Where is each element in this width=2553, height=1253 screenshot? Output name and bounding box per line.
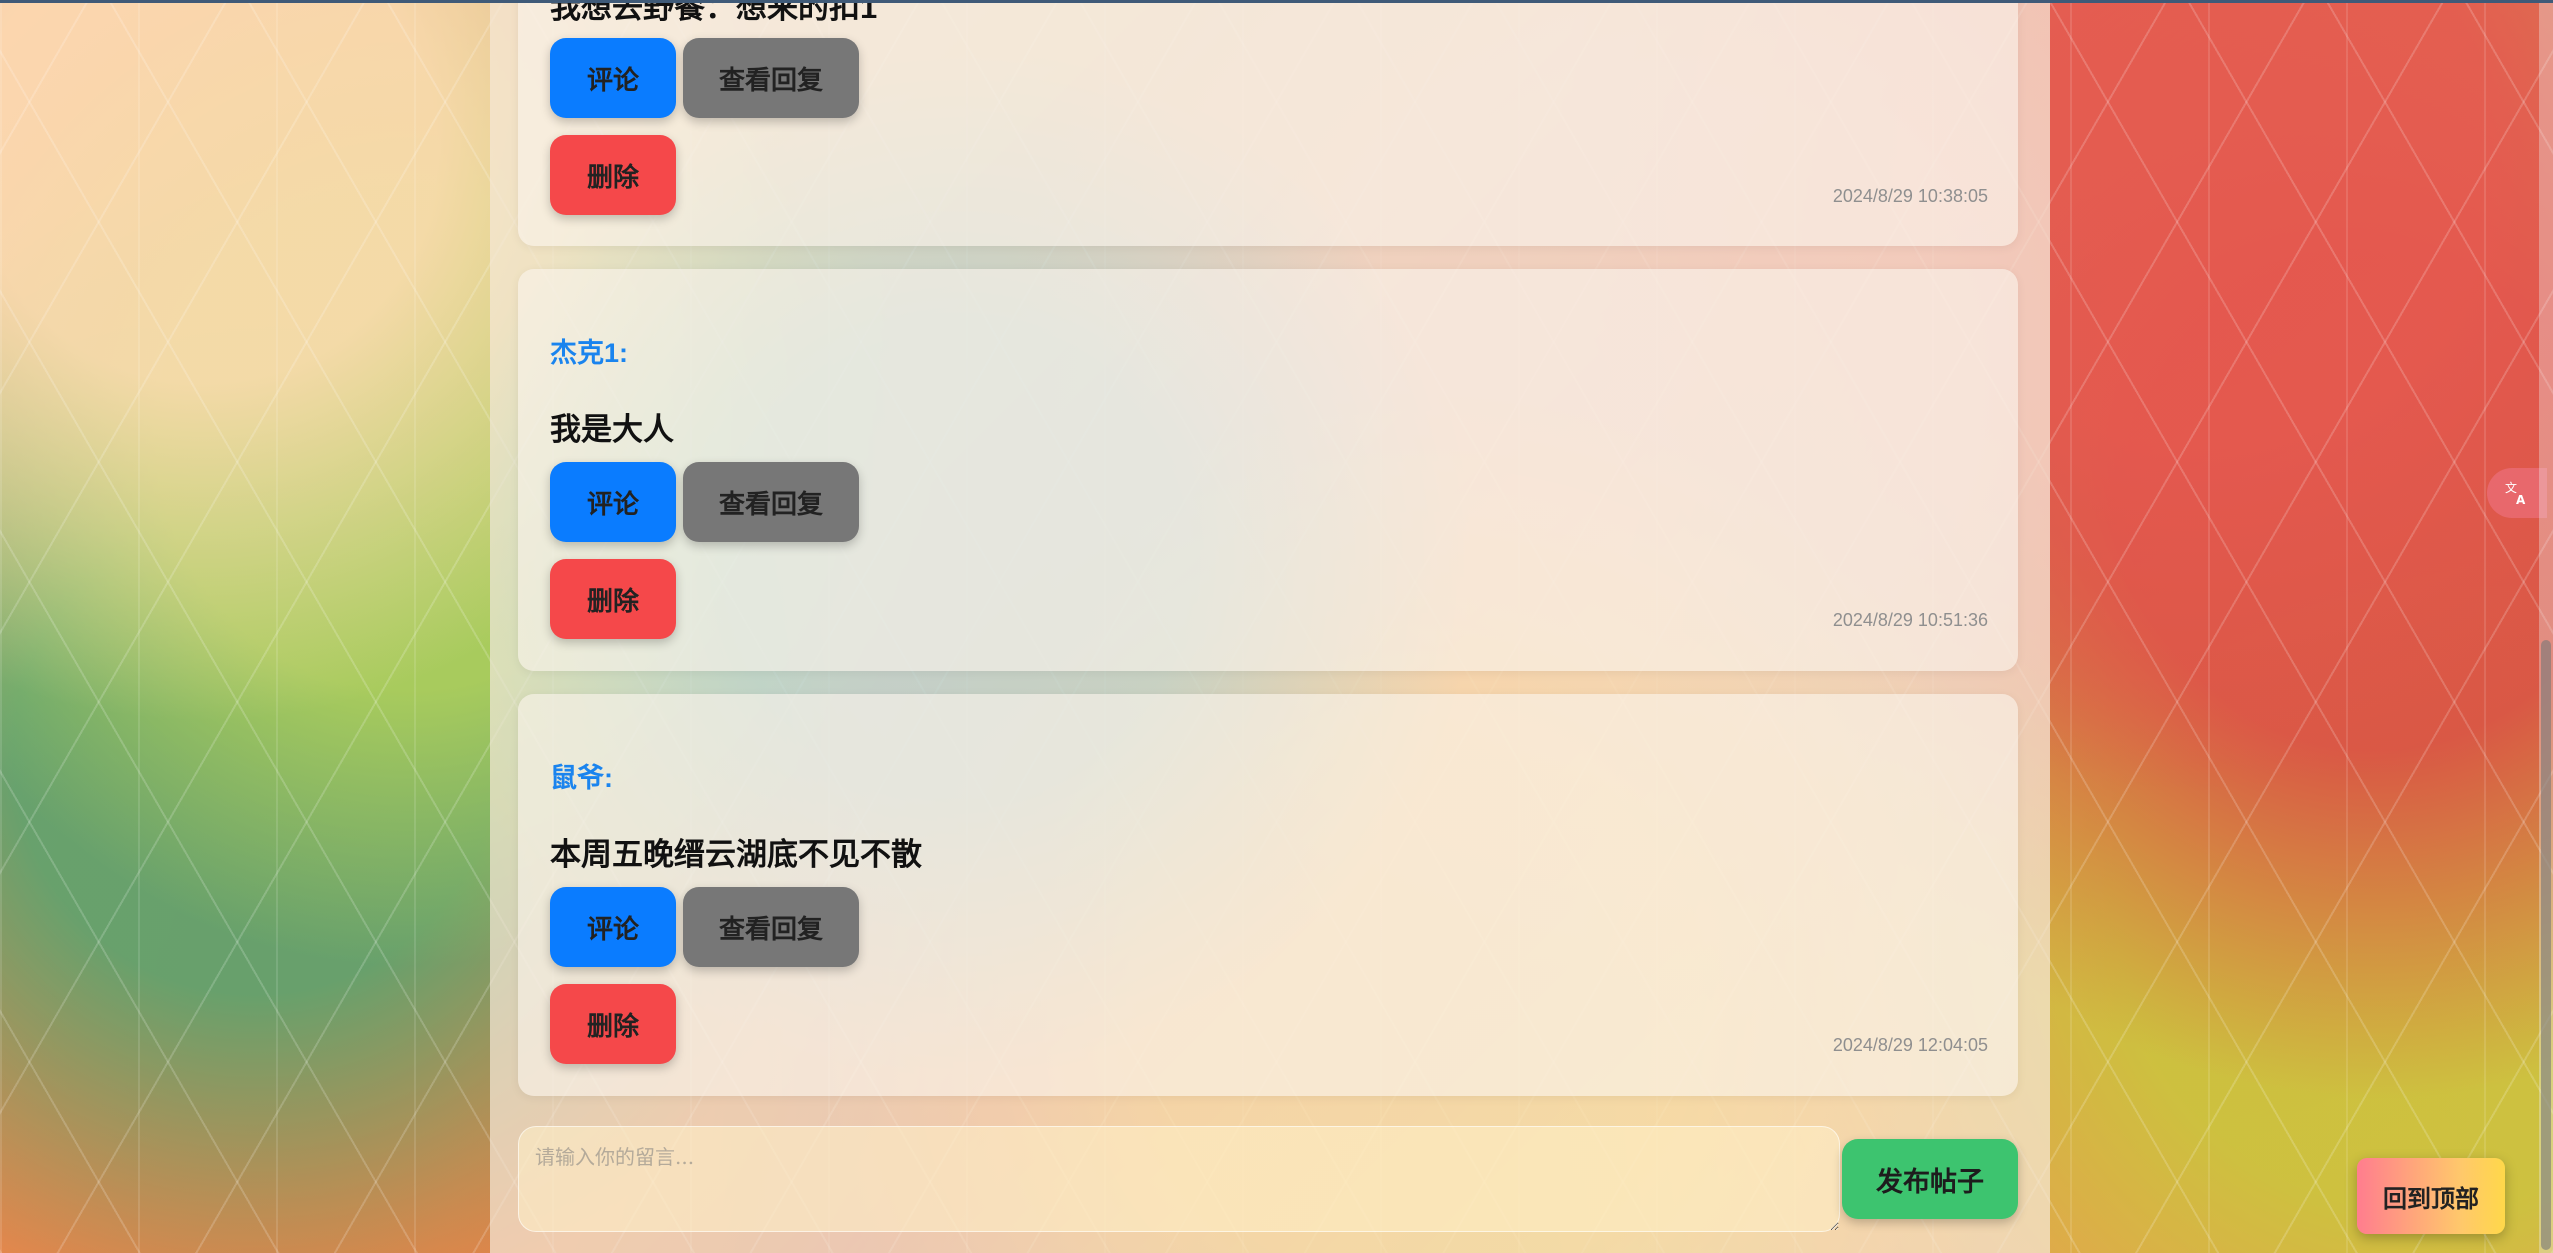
message-input[interactable] <box>518 1126 1840 1232</box>
view-replies-button[interactable]: 查看回复 <box>683 462 859 542</box>
post-content: 我是大人 <box>550 412 674 447</box>
top-border <box>0 0 2553 3</box>
post-content: 我想去野餐：想来的扣1 <box>550 0 878 25</box>
post-timestamp: 2024/8/29 10:38:05 <box>1832 186 1988 206</box>
view-replies-button[interactable]: 查看回复 <box>683 887 859 967</box>
post-author: 鼠爷: <box>550 763 613 793</box>
comment-button[interactable]: 评论 <box>550 38 676 118</box>
post-author: 杰克1: <box>550 338 629 368</box>
post-card: 我想去野餐：想来的扣1 评论 查看回复 删除 2024/8/29 10:38:0… <box>518 0 2018 246</box>
delete-button[interactable]: 删除 <box>550 984 676 1064</box>
publish-post-button[interactable]: 发布帖子 <box>1842 1139 2018 1219</box>
post-timestamp: 2024/8/29 10:51:36 <box>1832 610 1988 630</box>
translate-icon[interactable]: 文 A <box>2487 468 2547 518</box>
comment-button[interactable]: 评论 <box>550 462 676 542</box>
delete-button[interactable]: 删除 <box>550 559 676 639</box>
back-to-top-button[interactable]: 回到顶部 <box>2357 1158 2505 1234</box>
post-card: 鼠爷: 本周五晚缙云湖底不见不散 评论 查看回复 删除 2024/8/29 12… <box>518 694 2018 1096</box>
post-timestamp: 2024/8/29 12:04:05 <box>1832 1035 1988 1055</box>
post-card: 杰克1: 我是大人 评论 查看回复 删除 2024/8/29 10:51:36 <box>518 269 2018 671</box>
translate-glyph-icon: 文 A <box>2505 480 2526 507</box>
comment-button[interactable]: 评论 <box>550 887 676 967</box>
delete-button[interactable]: 删除 <box>550 135 676 215</box>
view-replies-button[interactable]: 查看回复 <box>683 38 859 118</box>
scrollbar-thumb[interactable] <box>2541 640 2551 1250</box>
svg-text:A: A <box>2516 493 2526 507</box>
post-content: 本周五晚缙云湖底不见不散 <box>550 837 922 872</box>
